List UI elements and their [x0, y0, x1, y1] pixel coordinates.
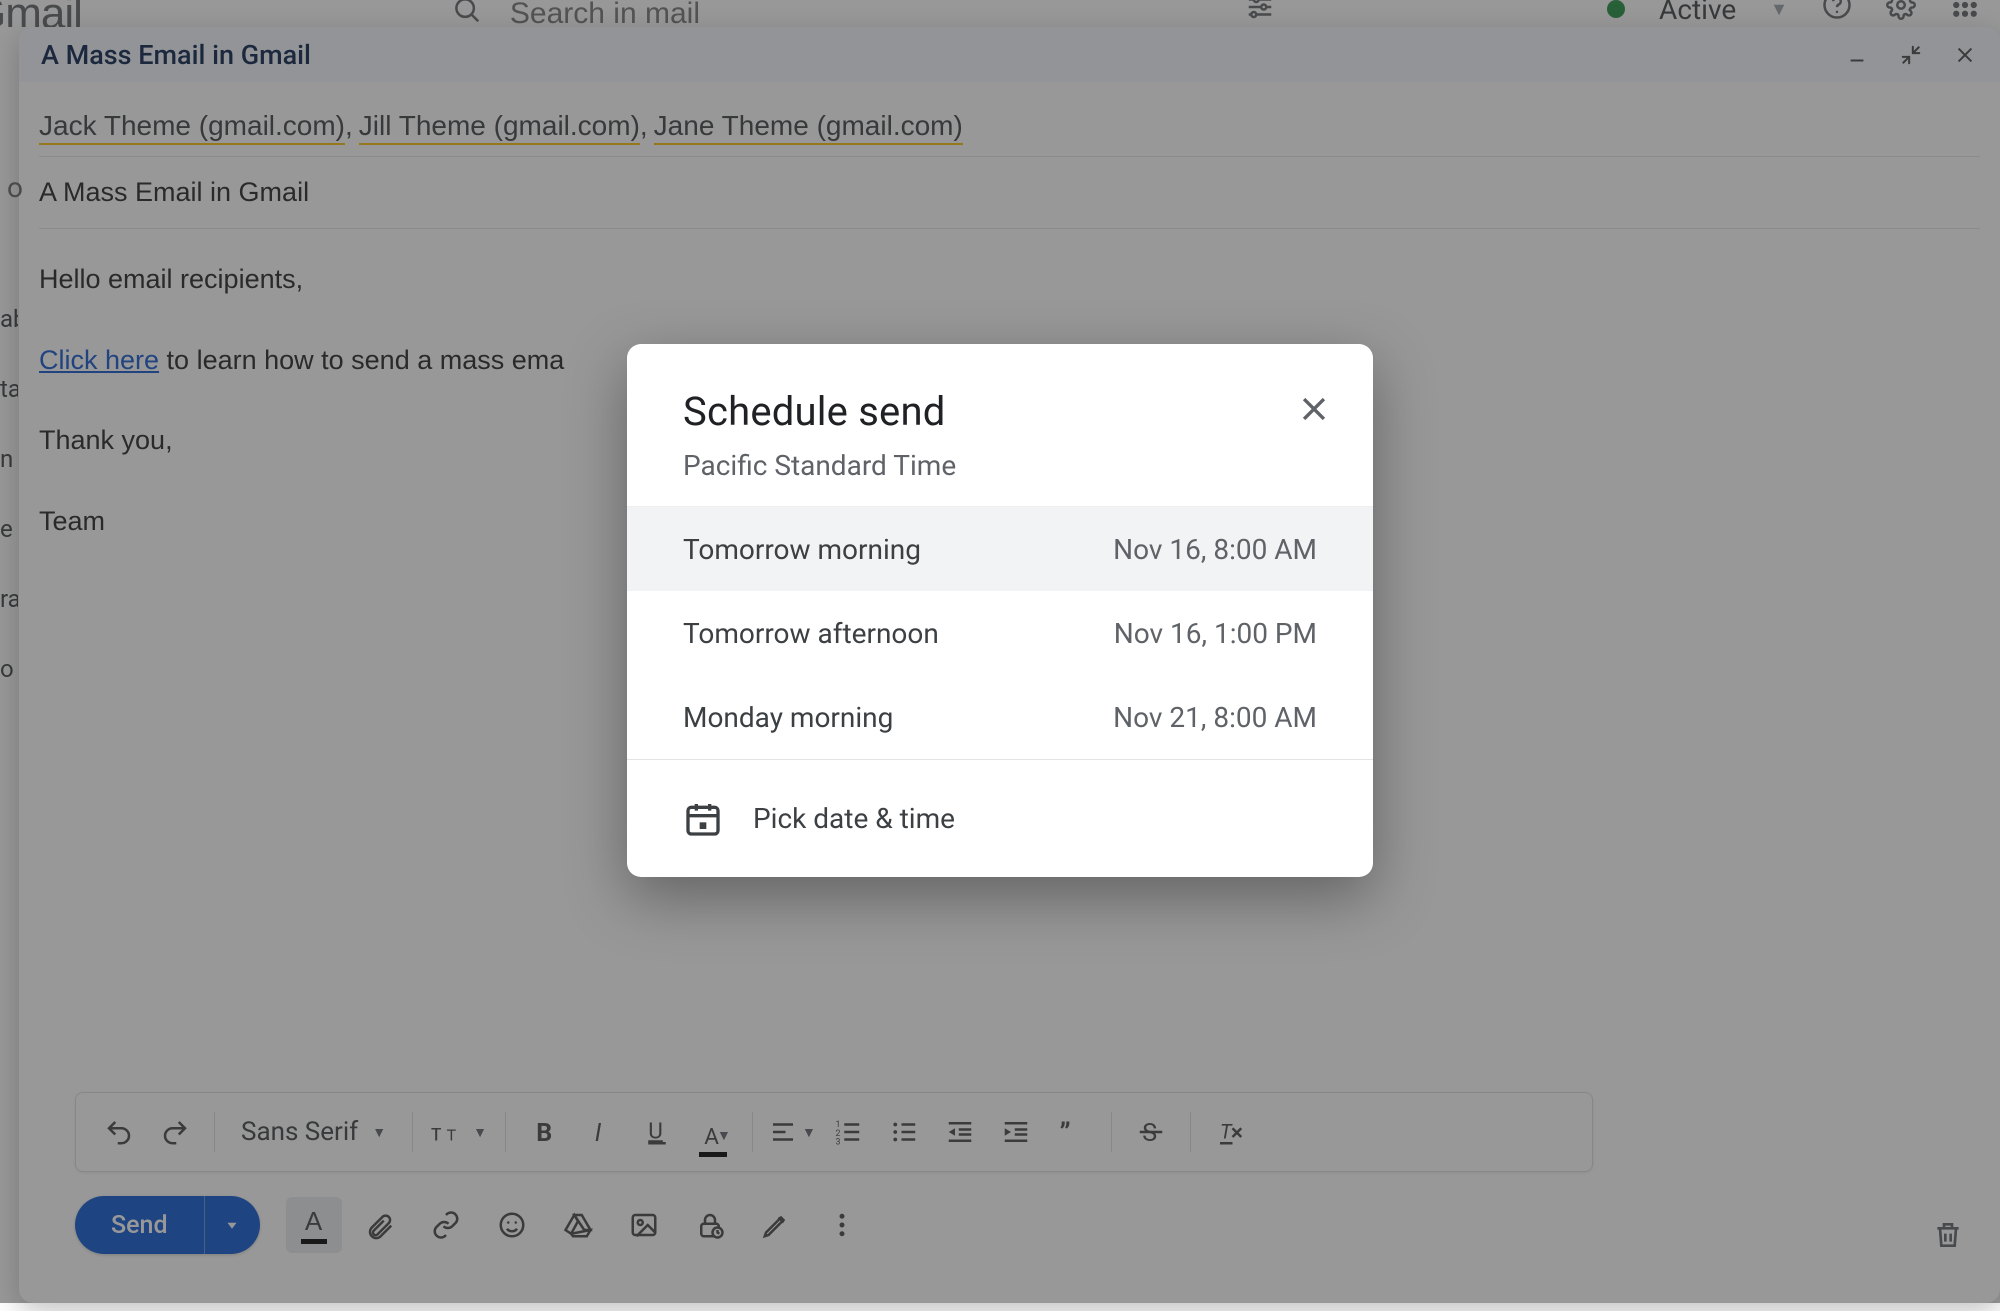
schedule-option[interactable]: Tomorrow afternoon Nov 16, 1:00 PM [627, 591, 1373, 675]
dialog-title: Schedule send [683, 388, 1317, 435]
schedule-send-dialog: Schedule send Pacific Standard Time Tomo… [627, 344, 1373, 877]
pick-date-time-label: Pick date & time [753, 802, 955, 835]
dialog-subtitle: Pacific Standard Time [683, 449, 1317, 482]
schedule-option-label: Tomorrow morning [683, 533, 921, 566]
pick-date-time-button[interactable]: Pick date & time [627, 759, 1373, 877]
schedule-option-time: Nov 16, 1:00 PM [1114, 617, 1317, 650]
modal-overlay[interactable]: Schedule send Pacific Standard Time Tomo… [0, 0, 2000, 1303]
schedule-option-time: Nov 21, 8:00 AM [1113, 701, 1317, 734]
schedule-options-list: Tomorrow morning Nov 16, 8:00 AM Tomorro… [627, 506, 1373, 759]
schedule-option-label: Tomorrow afternoon [683, 617, 939, 650]
schedule-option[interactable]: Monday morning Nov 21, 8:00 AM [627, 675, 1373, 759]
schedule-option-time: Nov 16, 8:00 AM [1113, 533, 1317, 566]
schedule-option-label: Monday morning [683, 701, 893, 734]
schedule-option[interactable]: Tomorrow morning Nov 16, 8:00 AM [627, 507, 1373, 591]
dialog-close-button[interactable] [1297, 392, 1331, 430]
